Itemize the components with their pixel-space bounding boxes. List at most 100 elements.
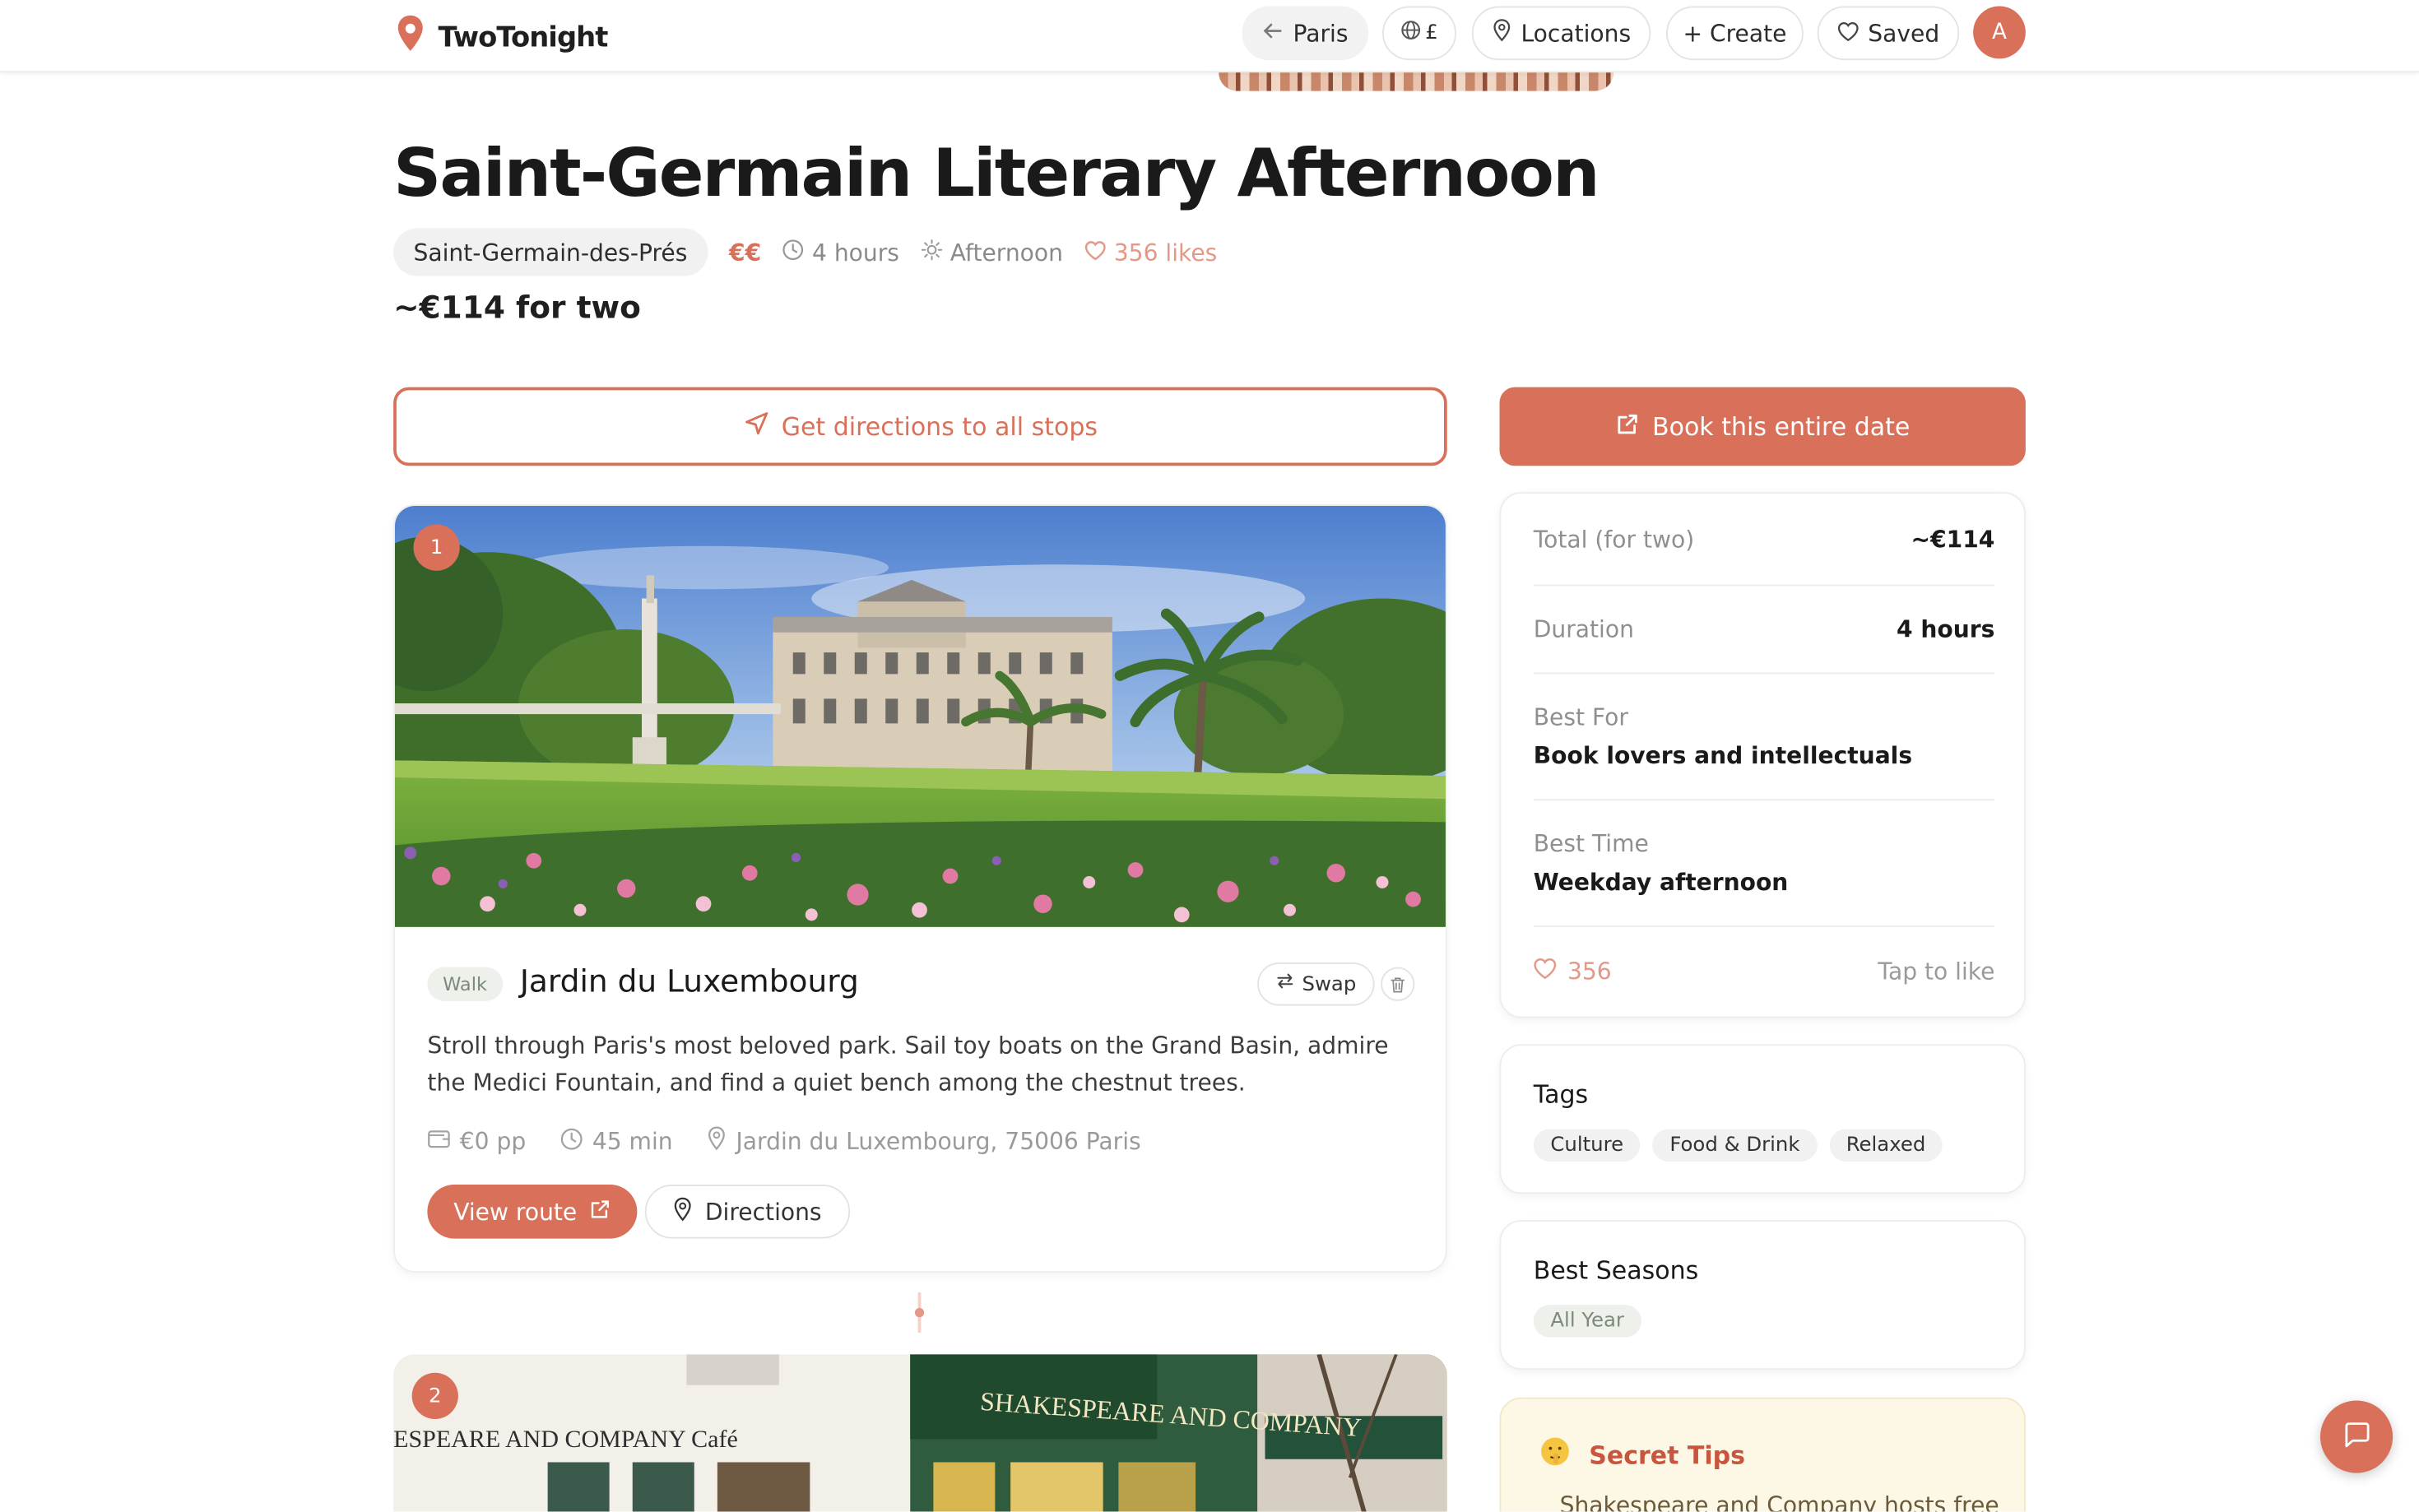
swap-label: Swap xyxy=(1302,972,1357,996)
view-route-button[interactable]: View route xyxy=(427,1185,638,1239)
seasons-title: Best Seasons xyxy=(1533,1255,1699,1285)
sun-icon xyxy=(921,239,942,267)
cafe-sign-text: ESPEARE AND COMPANY Café xyxy=(393,1426,738,1453)
globe-icon xyxy=(1400,20,1420,46)
best-time-row: Best Time Weekday afternoon xyxy=(1533,800,1995,927)
tags-panel: Tags Culture Food & Drink Relaxed xyxy=(1499,1044,2026,1194)
stop-price: €0 pp xyxy=(427,1127,527,1156)
duration-text: 4 hours xyxy=(812,238,899,267)
directions-all-stops-button[interactable]: Get directions to all stops xyxy=(393,387,1447,466)
currency-label: £ xyxy=(1425,21,1438,45)
map-pin-icon xyxy=(707,1126,727,1157)
clock-icon xyxy=(559,1127,583,1157)
stop-directions-button[interactable]: Directions xyxy=(644,1185,850,1239)
stop-number-badge: 2 xyxy=(411,1372,458,1419)
page: TwoTonight Paris £ Locations + Create Sa… xyxy=(0,0,2419,1512)
page-title: Saint-Germain Literary Afternoon xyxy=(393,136,1600,213)
locations-label: Locations xyxy=(1521,19,1632,48)
best-time-value: Weekday afternoon xyxy=(1533,868,1789,897)
shushing-face-icon xyxy=(1539,1436,1571,1473)
stop-price-text: €0 pp xyxy=(459,1127,527,1156)
tips-title: Secret Tips xyxy=(1589,1440,1746,1469)
saved-label: Saved xyxy=(1868,19,1940,48)
brand[interactable]: TwoTonight xyxy=(395,14,609,60)
stop-type-tag: Walk xyxy=(427,967,503,1001)
duration-meta: 4 hours xyxy=(782,238,899,267)
heart-icon xyxy=(1837,19,1859,47)
create-label: + Create xyxy=(1683,19,1787,48)
trash-icon xyxy=(1390,969,1405,999)
stop-duration-text: 45 min xyxy=(592,1127,673,1156)
duration-row: Duration 4 hours xyxy=(1533,587,1995,675)
seasons-list: All Year xyxy=(1533,1305,1641,1338)
stop-address-text: Jardin du Luxembourg, 75006 Paris xyxy=(736,1127,1141,1156)
map-pin-icon xyxy=(673,1196,693,1227)
swap-arrows-icon xyxy=(1276,972,1295,996)
best-time-label: Best Time xyxy=(1533,829,1649,858)
best-for-label: Best For xyxy=(1533,703,1628,731)
like-row: 356 Tap to like xyxy=(1534,927,1995,1015)
total-row: Total (for two) ~€114 xyxy=(1533,494,1995,587)
stop-duration: 45 min xyxy=(559,1127,673,1157)
tag-chip[interactable]: Culture xyxy=(1533,1129,1641,1162)
total-label: Total (for two) xyxy=(1533,525,1695,554)
stop-card: 1 Walk Jardin du Luxembourg Swap Stroll … xyxy=(393,504,1447,1273)
map-pin-icon xyxy=(1492,19,1511,49)
arrow-left-icon xyxy=(1262,19,1284,47)
like-button[interactable]: 356 xyxy=(1534,957,1612,985)
wallet-icon xyxy=(427,1128,450,1156)
likes-meta[interactable]: 356 likes xyxy=(1084,238,1218,267)
clock-icon xyxy=(782,239,804,267)
stop-address: Jardin du Luxembourg, 75006 Paris xyxy=(707,1126,1141,1157)
tips-header: Secret Tips xyxy=(1539,1436,1745,1473)
stop-description: Stroll through Paris's most beloved park… xyxy=(427,1032,1389,1097)
tips-text: Shakespeare and Company hosts free xyxy=(1559,1491,1999,1512)
locations-button[interactable]: Locations xyxy=(1471,6,1651,61)
book-all-label: Book this entire date xyxy=(1652,411,1911,442)
external-link-icon xyxy=(589,1198,611,1226)
season-chip: All Year xyxy=(1533,1305,1641,1338)
stop-name: Jardin du Luxembourg xyxy=(519,962,859,999)
directions-all-label: Get directions to all stops xyxy=(781,411,1098,442)
chat-button[interactable] xyxy=(2320,1400,2393,1473)
price-level: €€ xyxy=(728,238,762,267)
total-value: ~€114 xyxy=(1911,525,1995,554)
stop-facts: €0 pp 45 min Jardin du Luxembourg, 75006… xyxy=(427,1125,1141,1158)
tag-chip[interactable]: Food & Drink xyxy=(1652,1129,1818,1162)
summary-panel: Total (for two) ~€114 Duration 4 hours B… xyxy=(1499,492,2026,1018)
best-for-value: Book lovers and intellectuals xyxy=(1533,741,1913,770)
heart-icon xyxy=(1084,239,1106,267)
chat-bubble-icon xyxy=(2341,1418,2372,1455)
navigation-arrow-icon xyxy=(743,410,769,443)
create-button[interactable]: + Create xyxy=(1666,6,1804,61)
likes-text: 356 likes xyxy=(1113,238,1218,267)
back-to-city-button[interactable]: Paris xyxy=(1242,6,1369,61)
best-for-row: Best For Book lovers and intellectuals xyxy=(1533,674,1995,801)
brand-name: TwoTonight xyxy=(438,21,609,53)
saved-button[interactable]: Saved xyxy=(1817,6,1960,61)
time-of-day-meta: Afternoon xyxy=(921,238,1063,267)
book-entire-date-button[interactable]: Book this entire date xyxy=(1499,387,2026,466)
user-avatar[interactable]: A xyxy=(1973,6,2026,59)
currency-button[interactable]: £ xyxy=(1382,6,1456,61)
seasons-panel: Best Seasons All Year xyxy=(1499,1220,2026,1370)
tag-chip[interactable]: Relaxed xyxy=(1829,1129,1943,1162)
delete-stop-button[interactable] xyxy=(1381,967,1415,1001)
map-pin-logo-icon xyxy=(395,14,426,60)
tags-title: Tags xyxy=(1533,1079,1589,1110)
stop-photo[interactable]: 1 xyxy=(395,506,1446,927)
stop-card: SHAKESPEARE AND COMPANY ESPEARE AND COMP… xyxy=(393,1354,1447,1512)
duration-value: 4 hours xyxy=(1897,615,1995,643)
view-route-label: View route xyxy=(453,1197,578,1226)
neighborhood-pill[interactable]: Saint-Germain-des-Prés xyxy=(393,228,708,276)
duration-label: Duration xyxy=(1533,615,1634,643)
stop-directions-label: Directions xyxy=(704,1197,822,1226)
swap-stop-button[interactable]: Swap xyxy=(1257,962,1375,1006)
secret-tips-panel: Secret Tips Shakespeare and Company host… xyxy=(1499,1397,2026,1512)
approx-cost: ~€114 for two xyxy=(393,288,641,326)
tap-to-like-hint: Tap to like xyxy=(1878,957,1995,986)
external-link-icon xyxy=(1615,411,1640,443)
tags-list: Culture Food & Drink Relaxed xyxy=(1533,1129,1943,1162)
time-of-day-text: Afternoon xyxy=(949,238,1063,267)
stop-number-badge: 1 xyxy=(413,524,460,571)
